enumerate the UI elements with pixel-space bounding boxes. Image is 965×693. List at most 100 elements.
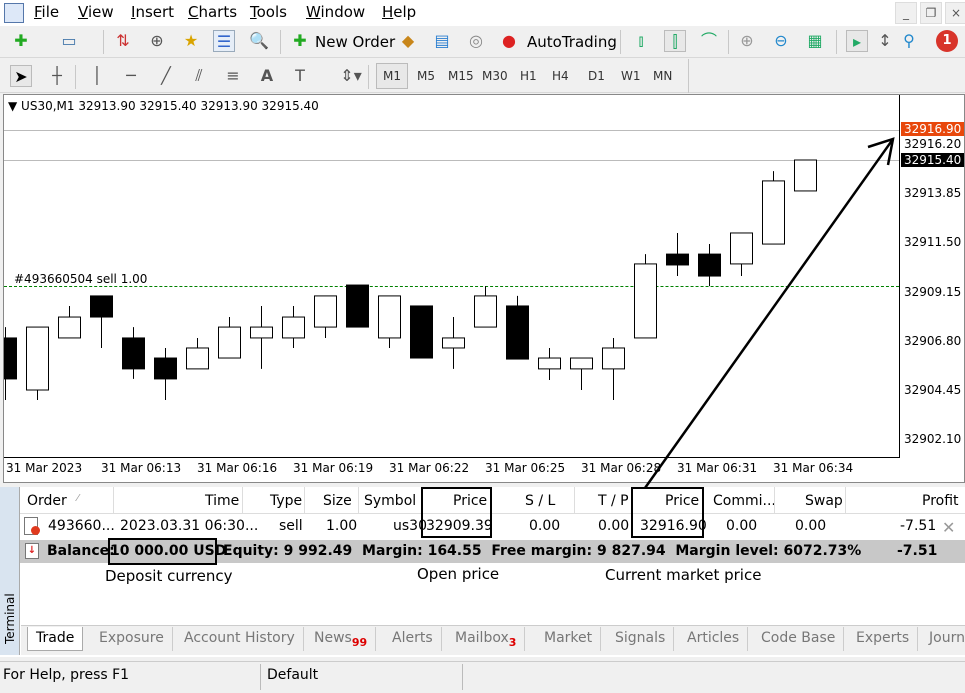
autotrading-icon[interactable]: ● bbox=[498, 30, 520, 52]
order-tp: 0.00 bbox=[598, 518, 630, 534]
menu-view[interactable]: View bbox=[78, 3, 114, 21]
tab-account-history[interactable]: Account History bbox=[176, 627, 304, 651]
chart-shift-icon[interactable]: ↕ bbox=[874, 30, 896, 52]
tab-alerts[interactable]: Alerts bbox=[384, 627, 442, 651]
bullish-candle-body bbox=[218, 326, 241, 359]
status-bar: For Help, press F1 Default bbox=[0, 661, 965, 693]
close-button[interactable]: × bbox=[945, 2, 965, 24]
menu-insert[interactable]: Insert bbox=[131, 3, 174, 21]
highlight-balance bbox=[108, 538, 217, 565]
candle bbox=[378, 295, 401, 348]
tab-market[interactable]: Market bbox=[536, 627, 602, 651]
timeframe-h4[interactable]: H4 bbox=[552, 69, 569, 83]
terminal-sidebar: Terminal bbox=[0, 487, 20, 655]
market-watch-icon[interactable]: ⇅ bbox=[112, 30, 134, 52]
crosshair-icon[interactable]: ┼ bbox=[46, 65, 68, 87]
trendline-icon[interactable]: ╱ bbox=[155, 65, 177, 87]
cursor-icon[interactable]: ➤ bbox=[10, 65, 32, 87]
candle bbox=[730, 232, 753, 277]
tab-label: Market bbox=[544, 630, 593, 646]
menu-charts[interactable]: Charts bbox=[188, 3, 237, 21]
menu-tools[interactable]: Tools bbox=[250, 3, 287, 21]
bullish-candle-body bbox=[730, 232, 753, 265]
new-chart-icon[interactable]: ✚ bbox=[10, 30, 32, 52]
tab-signals[interactable]: Signals bbox=[607, 627, 675, 651]
metaeditor-icon[interactable]: ◆ bbox=[397, 30, 419, 52]
zoom-in-icon[interactable]: ⊕ bbox=[736, 30, 758, 52]
line-chart-icon[interactable]: ⌒ bbox=[698, 30, 720, 52]
order-id: 493660... bbox=[48, 518, 115, 534]
candle bbox=[26, 326, 49, 401]
annotation-open-price: Open price bbox=[417, 565, 500, 583]
tab-label: Alerts bbox=[392, 630, 433, 646]
equidistant-channel-icon[interactable]: ⫽ bbox=[188, 65, 210, 87]
tab-experts[interactable]: Experts bbox=[848, 627, 919, 651]
horizontal-line-icon[interactable]: ─ bbox=[120, 65, 142, 87]
timeframe-m15[interactable]: M15 bbox=[448, 69, 474, 83]
tile-windows-icon[interactable]: ▦ bbox=[804, 30, 826, 52]
order-type: sell bbox=[279, 518, 303, 534]
candle bbox=[90, 295, 113, 348]
terminal-icon[interactable]: ☰ bbox=[213, 30, 235, 52]
text-label-icon[interactable]: T bbox=[289, 65, 311, 87]
crosshair-data-icon[interactable]: ⊕ bbox=[146, 30, 168, 52]
order-commission: 0.00 bbox=[726, 518, 758, 534]
candle bbox=[314, 295, 337, 338]
tab-news[interactable]: News99 bbox=[306, 627, 377, 651]
price-axis-line bbox=[899, 95, 900, 458]
zoom-out-icon[interactable]: ⊖ bbox=[770, 30, 792, 52]
timeframe-m5[interactable]: M5 bbox=[417, 69, 435, 83]
candlestick-icon[interactable]: ⫿ bbox=[664, 30, 686, 52]
bullish-candle-body bbox=[186, 347, 209, 370]
timeframe-m1[interactable]: M1 bbox=[376, 63, 408, 89]
menu-window[interactable]: Window bbox=[306, 3, 365, 21]
timeframe-h1[interactable]: H1 bbox=[520, 69, 537, 83]
restore-button[interactable]: ❐ bbox=[920, 2, 942, 24]
order-sl: 0.00 bbox=[529, 518, 561, 534]
search-icon[interactable]: ⚲ bbox=[898, 30, 920, 52]
fibonacci-icon[interactable]: ≡ bbox=[222, 65, 244, 87]
tab-label: Account History bbox=[184, 630, 295, 646]
tab-exposure[interactable]: Exposure bbox=[91, 627, 173, 651]
timeframe-mn[interactable]: MN bbox=[653, 69, 672, 83]
vertical-line-icon[interactable]: │ bbox=[86, 65, 108, 87]
tab-label: Articles bbox=[687, 630, 740, 646]
bullish-candle-body bbox=[474, 295, 497, 328]
price-chart[interactable]: ▼ US30,M1 32913.90 32915.40 32913.90 329… bbox=[3, 94, 965, 483]
strategy-tester-icon[interactable]: 🔍 bbox=[248, 30, 270, 52]
timeframe-w1[interactable]: W1 bbox=[621, 69, 641, 83]
tab-articles[interactable]: Articles bbox=[679, 627, 749, 651]
bullish-candle-body bbox=[282, 316, 305, 339]
bullish-candle-body bbox=[58, 316, 81, 339]
candle bbox=[58, 305, 81, 339]
bar-chart-icon[interactable]: ⫾ bbox=[630, 30, 652, 52]
tab-code-base[interactable]: Code Base bbox=[753, 627, 845, 651]
main-toolbar: ✚ ▭ ⇅ ⊕ ★ ☰ 🔍 ✚ New Order ◆ ▤ ◎ ● AutoTr… bbox=[0, 26, 965, 58]
order-swap: 0.00 bbox=[795, 518, 827, 534]
profiles-icon[interactable]: ▭ bbox=[58, 30, 80, 52]
table-row[interactable]: 493660... 2023.03.31 06:30... sell 1.00 … bbox=[20, 487, 965, 540]
minimize-button[interactable]: _ bbox=[895, 2, 917, 24]
navigator-icon[interactable]: ★ bbox=[180, 30, 202, 52]
tab-journal[interactable]: Journ bbox=[921, 627, 965, 651]
new-order-icon[interactable]: ✚ bbox=[289, 30, 311, 52]
candle bbox=[602, 337, 625, 401]
tab-mailbox[interactable]: Mailbox3 bbox=[447, 627, 526, 651]
signals-icon[interactable]: ◎ bbox=[465, 30, 487, 52]
candle bbox=[218, 317, 241, 359]
menu-file[interactable]: File bbox=[34, 3, 59, 21]
price-label: 32906.80 bbox=[904, 334, 962, 348]
arrows-icon[interactable]: ⇕▾ bbox=[340, 65, 362, 87]
market-icon[interactable]: ▤ bbox=[431, 30, 453, 52]
auto-scroll-icon[interactable]: ▸ bbox=[846, 30, 868, 52]
timeframe-m30[interactable]: M30 bbox=[482, 69, 508, 83]
tab-trade[interactable]: Trade bbox=[27, 627, 84, 651]
close-order-icon[interactable]: ✕ bbox=[942, 518, 955, 537]
notification-badge[interactable]: 1 bbox=[936, 30, 958, 52]
menu-help[interactable]: Help bbox=[382, 3, 416, 21]
timeframe-d1[interactable]: D1 bbox=[588, 69, 605, 83]
price-label: 32916.20 bbox=[904, 137, 962, 151]
new-order-button[interactable]: New Order bbox=[315, 33, 395, 51]
text-icon[interactable]: A bbox=[256, 65, 278, 87]
autotrading-button[interactable]: AutoTrading bbox=[527, 33, 617, 51]
